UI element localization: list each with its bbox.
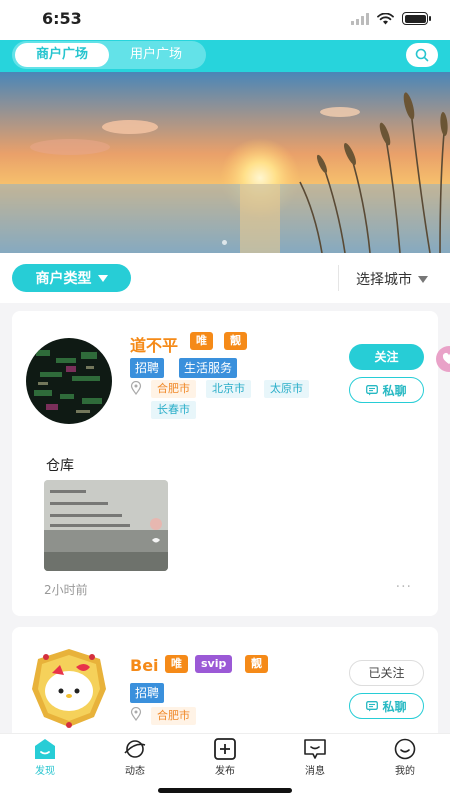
city-tag: 合肥市 — [151, 380, 196, 398]
nav-label-messages: 消息 — [305, 766, 325, 777]
avatar-image — [32, 649, 106, 728]
nav-item-profile[interactable]: 我的 — [375, 738, 435, 777]
category-tag: 招聘 — [130, 683, 165, 703]
badge-wei: 唯 — [190, 332, 213, 350]
add-icon — [214, 738, 236, 760]
filter-bar: 商户类型 选择城市 — [0, 253, 450, 303]
wifi-icon — [377, 12, 394, 24]
category-tag: 生活服务 — [179, 358, 238, 378]
nav-item-publish[interactable]: 发布 — [195, 738, 255, 777]
follow-button[interactable]: 关注 — [349, 344, 424, 370]
chat-icon — [366, 384, 379, 395]
tab-switcher: 商户广场 用户广场 — [12, 41, 206, 69]
badge-liang: 靓 — [224, 332, 247, 350]
header: 商户广场 用户广场 — [0, 40, 450, 72]
nav-label-publish: 发布 — [215, 766, 235, 777]
private-chat-button[interactable]: 私聊 — [349, 377, 424, 403]
badge-svip: svip — [195, 655, 233, 673]
heart-plus-icon — [442, 352, 450, 364]
location-icon — [130, 707, 142, 721]
city-tag: 长春市 — [151, 401, 196, 419]
city-tag: 北京市 — [206, 380, 251, 398]
badge-wei: 唯 — [165, 655, 188, 673]
location-icon — [130, 381, 142, 395]
caret-down-icon — [97, 274, 108, 282]
planet-icon — [124, 740, 146, 758]
merchant-name[interactable]: Bei — [130, 656, 159, 675]
banner-indicator-dot[interactable] — [222, 240, 227, 245]
battery-icon — [402, 12, 431, 25]
avatar-image — [26, 338, 112, 424]
merchant-card[interactable]: Bei 唯 svip 靓 招聘 合肥市 已关注 私聊 — [12, 627, 438, 747]
private-chat-label: 私聊 — [382, 699, 407, 714]
merchant-name[interactable]: 道不平 — [130, 332, 178, 356]
followed-button[interactable]: 已关注 — [349, 660, 424, 686]
discover-icon — [35, 739, 55, 759]
banner-image[interactable] — [0, 72, 450, 253]
more-options-button[interactable]: ··· — [396, 579, 412, 595]
tab-user-square[interactable]: 用户广场 — [110, 43, 202, 67]
city-tag: 太原市 — [264, 380, 309, 398]
private-chat-label: 私聊 — [382, 383, 407, 398]
nav-item-feed[interactable]: 动态 — [105, 738, 165, 777]
post-timestamp: 2小时前 — [44, 583, 88, 597]
city-select-dropdown[interactable]: 选择城市 — [356, 269, 428, 289]
nav-label-discover: 发现 — [35, 766, 55, 777]
nav-label-feed: 动态 — [125, 766, 145, 777]
tab-merchant-square[interactable]: 商户广场 — [15, 43, 109, 67]
post-image — [44, 480, 168, 571]
private-chat-button[interactable]: 私聊 — [349, 693, 424, 719]
badge-liang: 靓 — [245, 655, 268, 673]
home-indicator[interactable] — [158, 788, 292, 793]
sunset-banner-art — [0, 72, 450, 253]
profile-icon — [394, 738, 416, 760]
post-text: 仓库 — [46, 458, 74, 474]
floating-action-button[interactable] — [436, 346, 450, 372]
avatar[interactable] — [26, 645, 112, 731]
merchant-card[interactable]: 道不平 唯 靓 招聘 生活服务 合肥市 北京市 太原市 长春市 关注 私聊 仓库 — [12, 311, 438, 616]
nav-label-profile: 我的 — [395, 766, 415, 777]
status-bar: 6:53 — [0, 0, 450, 40]
city-select-label: 选择城市 — [356, 272, 412, 288]
signal-icon — [351, 12, 369, 25]
status-time: 6:53 — [42, 9, 82, 28]
merchant-type-label: 商户类型 — [35, 271, 92, 287]
divider — [338, 265, 339, 291]
merchant-type-dropdown[interactable]: 商户类型 — [12, 264, 131, 292]
nav-item-messages[interactable]: 消息 — [285, 738, 345, 777]
category-tag: 招聘 — [130, 358, 165, 378]
avatar[interactable] — [26, 338, 112, 424]
search-button[interactable] — [406, 43, 438, 67]
city-tag: 合肥市 — [151, 707, 196, 725]
caret-down-icon — [418, 275, 428, 283]
message-icon — [304, 739, 326, 759]
search-icon — [415, 48, 429, 62]
chat-icon — [366, 700, 379, 711]
post-image-thumbnail[interactable] — [44, 480, 168, 571]
status-icons — [351, 12, 431, 25]
nav-item-discover[interactable]: 发现 — [15, 738, 75, 777]
